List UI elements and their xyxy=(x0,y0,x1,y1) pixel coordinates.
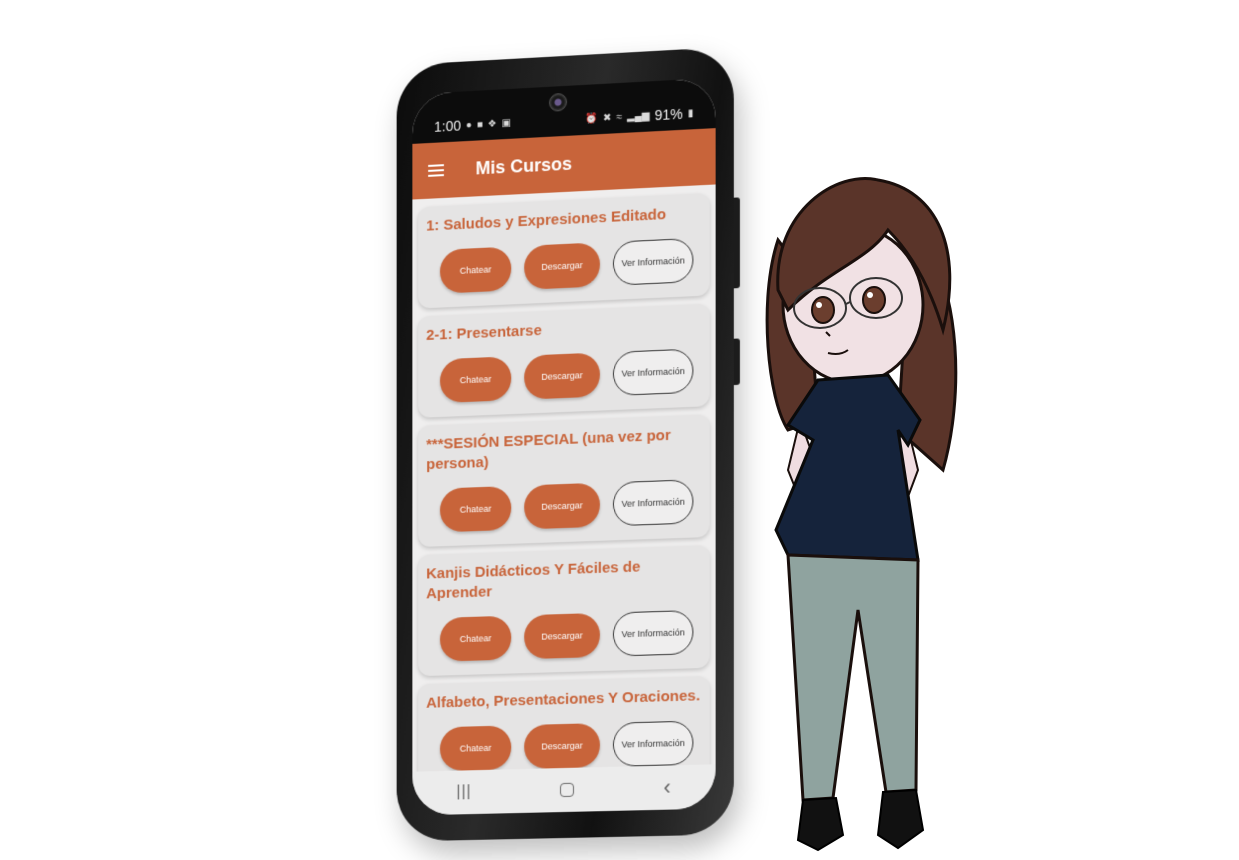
course-card: ***SESIÓN ESPECIAL (una vez por persona)… xyxy=(418,414,709,547)
phone-frame: 1:00 ● ■ ❖ ▣ ⏰ ✖ ≈ ▂▄▆ 91% ▮ Mis Cursos xyxy=(397,47,734,842)
power-button xyxy=(734,338,740,385)
phone-screen: 1:00 ● ■ ❖ ▣ ⏰ ✖ ≈ ▂▄▆ 91% ▮ Mis Cursos xyxy=(412,78,715,816)
course-title: ***SESIÓN ESPECIAL (una vez por persona) xyxy=(426,425,701,476)
view-info-button[interactable]: Ver Información xyxy=(613,238,693,286)
volume-button xyxy=(734,197,740,288)
battery-percent: 91% xyxy=(655,106,683,124)
view-info-button[interactable]: Ver Información xyxy=(613,348,693,396)
view-info-button[interactable]: Ver Información xyxy=(613,479,693,526)
course-title: Kanjis Didácticos Y Fáciles de Aprender xyxy=(426,555,701,604)
download-button[interactable]: Descargar xyxy=(524,242,600,290)
app-icon: ■ xyxy=(477,119,483,130)
course-title: Alfabeto, Presentaciones Y Oraciones. xyxy=(426,686,701,714)
download-button[interactable]: Descargar xyxy=(524,483,600,530)
wifi-icon: ≈ xyxy=(616,111,622,122)
course-card: 2-1: Presentarse Chatear Descargar Ver I… xyxy=(418,304,709,418)
view-info-button[interactable]: Ver Información xyxy=(613,721,693,767)
front-camera xyxy=(549,93,567,112)
mascot-illustration xyxy=(748,170,978,860)
battery-icon: ▮ xyxy=(688,108,694,119)
signal-icon: ▂▄▆ xyxy=(627,110,650,122)
course-card: Kanjis Didácticos Y Fáciles de Aprender … xyxy=(418,545,709,676)
recent-apps-icon[interactable]: ||| xyxy=(456,783,471,801)
course-list[interactable]: 1: Saludos y Expresiones Editado Chatear… xyxy=(412,184,715,771)
view-info-button[interactable]: Ver Información xyxy=(613,610,693,657)
clock: 1:00 xyxy=(434,117,461,134)
download-button[interactable]: Descargar xyxy=(524,723,600,769)
hamburger-menu-icon[interactable] xyxy=(428,164,444,177)
chat-button[interactable]: Chatear xyxy=(440,616,511,662)
chat-button[interactable]: Chatear xyxy=(440,356,511,403)
course-title: 2-1: Presentarse xyxy=(426,314,701,346)
course-card: Alfabeto, Presentaciones Y Oraciones. Ch… xyxy=(418,676,709,772)
mute-icon: ✖ xyxy=(603,112,611,123)
alarm-icon: ⏰ xyxy=(586,113,598,125)
image-icon: ▣ xyxy=(502,117,511,128)
notification-icon: ● xyxy=(466,119,472,130)
chat-button[interactable]: Chatear xyxy=(440,725,511,771)
chat-button[interactable]: Chatear xyxy=(440,486,511,532)
page-title: Mis Cursos xyxy=(476,153,572,179)
home-icon[interactable] xyxy=(560,783,574,797)
system-nav-bar: ||| ‹ xyxy=(412,764,715,815)
course-title: 1: Saludos y Expresiones Editado xyxy=(426,203,701,236)
course-card: 1: Saludos y Expresiones Editado Chatear… xyxy=(418,193,709,309)
chat-button[interactable]: Chatear xyxy=(440,246,511,293)
download-button[interactable]: Descargar xyxy=(524,613,600,659)
back-icon[interactable]: ‹ xyxy=(663,774,670,800)
signal-misc-icon: ❖ xyxy=(488,118,497,129)
download-button[interactable]: Descargar xyxy=(524,352,600,399)
